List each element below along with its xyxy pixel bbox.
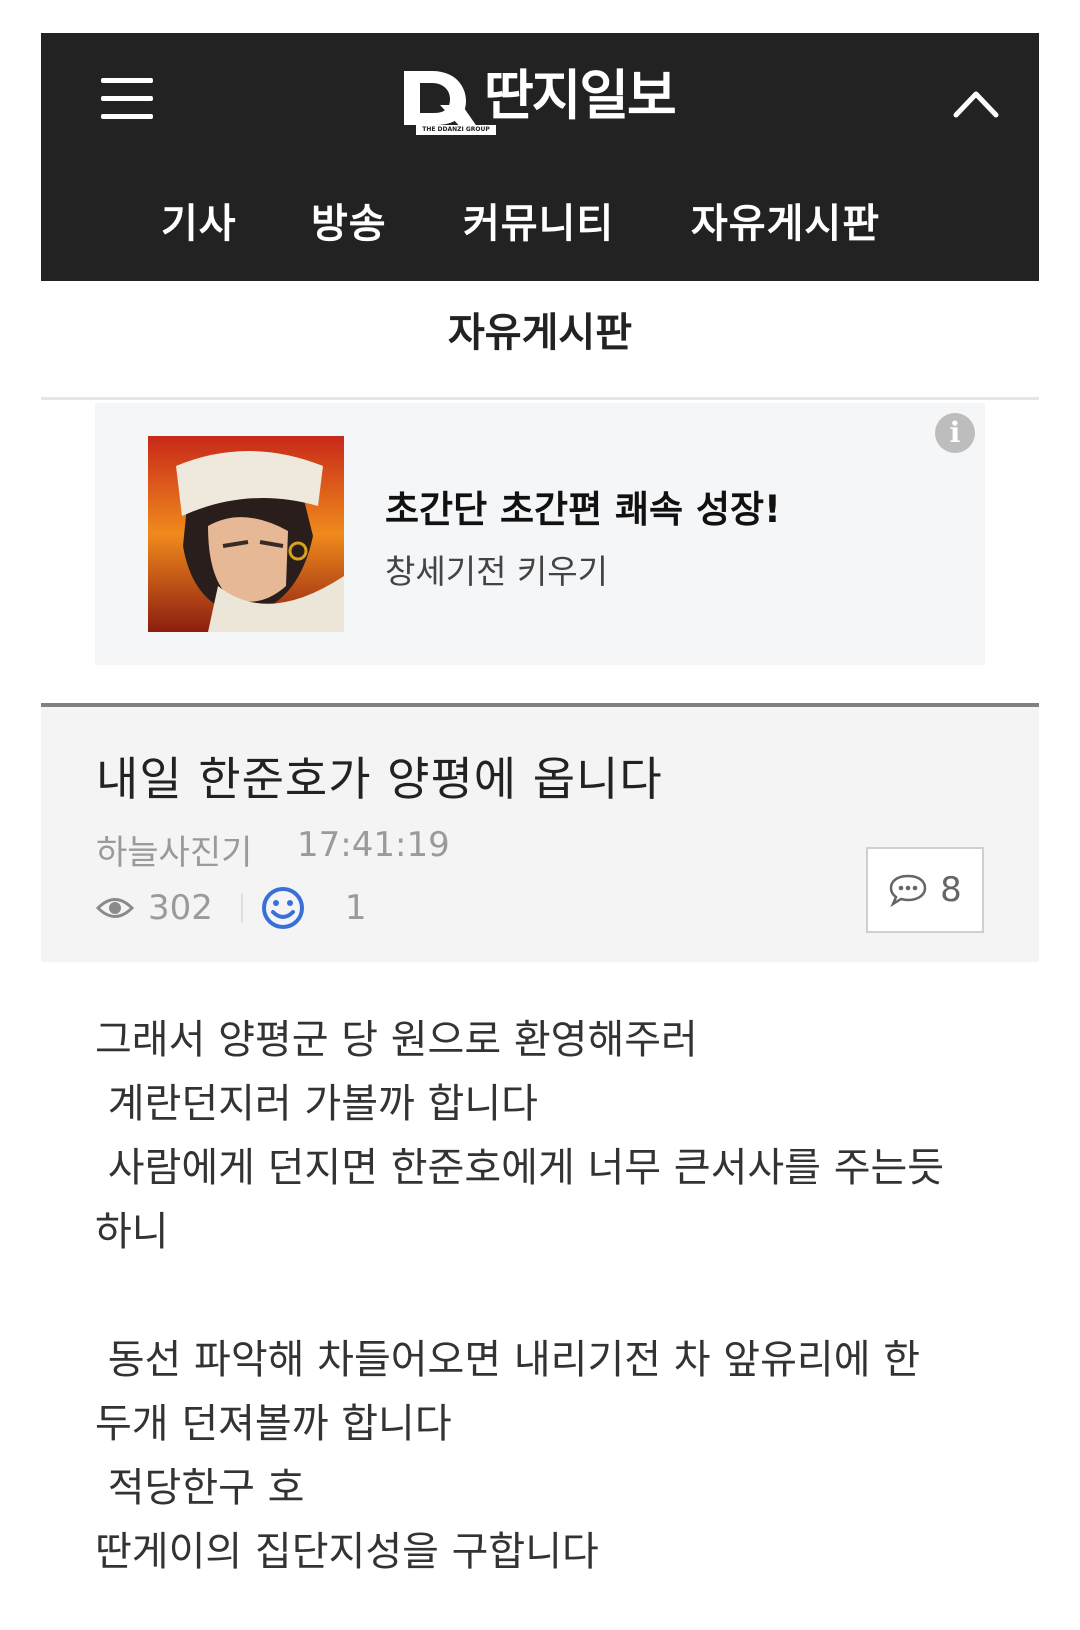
post-header: 내일 한준호가 양평에 옵니다 하늘사진기 17:41:19 302 1 8 bbox=[41, 703, 1039, 962]
nav-item-broadcast[interactable]: 방송 bbox=[311, 191, 387, 249]
post-body: 그래서 양평군 당 원으로 환영해주러 계란던지러 가볼까 합니다 사람에게 던… bbox=[95, 1017, 945, 1575]
ad-character-image[interactable] bbox=[148, 436, 344, 632]
ad-title[interactable]: 초간단 초간편 쾌속 성장! bbox=[385, 479, 781, 533]
comment-button[interactable]: 8 bbox=[866, 847, 984, 933]
post-time: 17:41:19 bbox=[297, 825, 450, 865]
board-title: 자유게시판 bbox=[448, 310, 632, 356]
nav-item-free-board[interactable]: 자유게시판 bbox=[691, 191, 880, 249]
hamburger-menu-icon[interactable] bbox=[101, 78, 153, 120]
site-logo[interactable]: THE DDANZI GROUP 딴지일보 bbox=[396, 61, 677, 151]
comment-count: 8 bbox=[940, 870, 962, 910]
post-title: 내일 한준호가 양평에 옵니다 bbox=[96, 752, 663, 806]
chevron-up-icon[interactable] bbox=[953, 88, 999, 118]
info-icon[interactable]: i bbox=[935, 413, 975, 453]
post-stats: 302 1 bbox=[96, 883, 367, 933]
ad-subtitle[interactable]: 창세기전 키우기 bbox=[385, 545, 608, 593]
logo-text: 딴지일보 bbox=[484, 64, 677, 127]
logo-subtext: THE DDANZI GROUP bbox=[416, 125, 496, 135]
nav-item-community[interactable]: 커뮤니티 bbox=[463, 191, 614, 249]
divider bbox=[41, 397, 1039, 400]
smile-icon[interactable] bbox=[261, 886, 305, 930]
nav-item-articles[interactable]: 기사 bbox=[161, 191, 237, 249]
ad-banner[interactable]: 초간단 초간편 쾌속 성장! 창세기전 키우기 i bbox=[95, 403, 985, 665]
main-nav: 기사 방송 커뮤니티 자유게시판 bbox=[41, 183, 1039, 253]
eye-icon bbox=[96, 898, 134, 918]
comment-bubble-icon bbox=[889, 874, 927, 907]
post-author[interactable]: 하늘사진기 bbox=[96, 825, 252, 874]
view-count: 302 bbox=[148, 888, 213, 928]
like-count: 1 bbox=[344, 888, 367, 928]
site-header: THE DDANZI GROUP 딴지일보 기사 방송 커뮤니티 자유게시판 bbox=[41, 33, 1039, 281]
stat-separator bbox=[240, 893, 243, 923]
